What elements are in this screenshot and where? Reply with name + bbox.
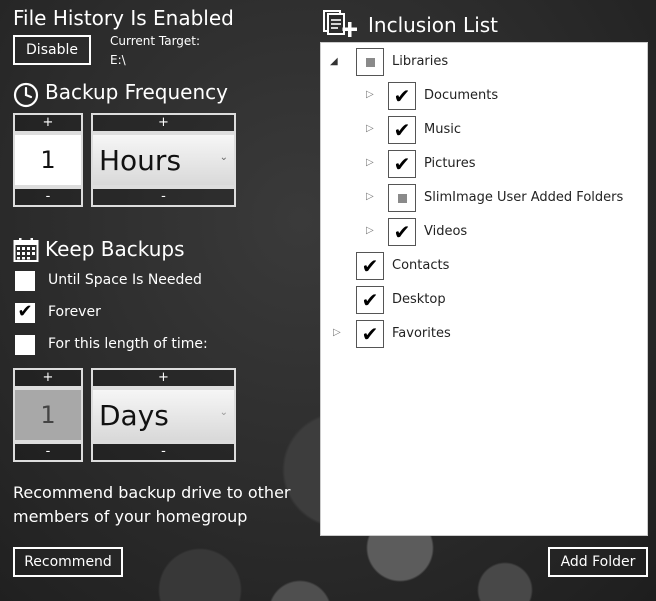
chevron-down-icon: ⌄ [219, 407, 228, 418]
tree-checkbox-desktop[interactable]: ✔ [356, 286, 384, 314]
tree-label-libraries: Libraries [392, 54, 449, 69]
keep-unit-select[interactable]: Days ⌄ [91, 388, 236, 442]
tree-checkbox-favorites[interactable]: ✔ [356, 320, 384, 348]
until-space-needed-checkbox[interactable] [15, 271, 35, 291]
collapsed-arrow-icon[interactable]: ▷ [366, 124, 376, 134]
chevron-down-icon: ⌄ [219, 152, 228, 163]
status-title: File History Is Enabled [13, 6, 234, 30]
keep-unit-increment[interactable]: + [91, 368, 236, 388]
keep-unit-value: Days [99, 399, 169, 432]
calendar-icon [13, 238, 39, 262]
tree-checkbox-contacts[interactable]: ✔ [356, 252, 384, 280]
frequency-unit-decrement[interactable]: - [91, 187, 236, 207]
tree-label-contacts: Contacts [392, 258, 450, 273]
tree-label-desktop: Desktop [392, 292, 446, 307]
keep-number-value[interactable]: 1 [13, 388, 83, 442]
tree-item-pictures[interactable]: ▷ ✔ Pictures [321, 149, 647, 179]
tree-checkbox-videos[interactable]: ✔ [388, 218, 416, 246]
length-of-time-checkbox[interactable] [15, 335, 35, 355]
add-document-icon [322, 9, 360, 39]
tree-checkbox-user-added-folders[interactable] [388, 184, 416, 212]
tree-label-favorites: Favorites [392, 326, 451, 341]
tree-item-desktop[interactable]: ✔ Desktop [321, 285, 647, 315]
frequency-unit-select[interactable]: Hours ⌄ [91, 133, 236, 187]
collapsed-arrow-icon[interactable]: ▷ [366, 192, 376, 202]
tree-label-user-added-folders: SlimImage User Added Folders [424, 190, 624, 205]
disable-button[interactable]: Disable [13, 35, 91, 65]
tree-item-libraries[interactable]: ◢ Libraries [321, 47, 647, 77]
tree-item-contacts[interactable]: ✔ Contacts [321, 251, 647, 281]
tree-item-user-added-folders[interactable]: ▷ SlimImage User Added Folders [321, 183, 647, 213]
collapsed-arrow-icon[interactable]: ▷ [333, 328, 343, 338]
frequency-unit-increment[interactable]: + [91, 113, 236, 133]
tree-label-pictures: Pictures [424, 156, 476, 171]
tree-checkbox-libraries[interactable] [356, 48, 384, 76]
tree-item-music[interactable]: ▷ ✔ Music [321, 115, 647, 145]
recommend-button[interactable]: Recommend [13, 547, 123, 577]
frequency-number-decrement[interactable]: - [13, 187, 83, 207]
tree-checkbox-pictures[interactable]: ✔ [388, 150, 416, 178]
tree-checkbox-documents[interactable]: ✔ [388, 82, 416, 110]
current-target-value: E:\ [110, 53, 126, 67]
tree-item-favorites[interactable]: ▷ ✔ Favorites [321, 319, 647, 349]
inclusion-list-title: Inclusion List [368, 13, 499, 37]
forever-checkbox[interactable]: ✔ [15, 303, 35, 323]
current-target-label: Current Target: [110, 34, 201, 48]
recommend-text-line2: members of your homegroup [13, 507, 248, 526]
expanded-arrow-icon[interactable]: ◢ [330, 57, 340, 67]
frequency-number-value[interactable]: 1 [13, 133, 83, 187]
tree-item-documents[interactable]: ▷ ✔ Documents [321, 81, 647, 111]
collapsed-arrow-icon[interactable]: ▷ [366, 158, 376, 168]
collapsed-arrow-icon[interactable]: ▷ [366, 226, 376, 236]
length-of-time-label: For this length of time: [48, 336, 208, 352]
keep-number-increment[interactable]: + [13, 368, 83, 388]
tree-checkbox-music[interactable]: ✔ [388, 116, 416, 144]
recommend-text-line1: Recommend backup drive to other [13, 483, 291, 502]
backup-frequency-title: Backup Frequency [45, 80, 228, 104]
add-folder-button[interactable]: Add Folder [548, 547, 648, 577]
checkmark-icon: ✔ [17, 301, 33, 322]
keep-number-decrement[interactable]: - [13, 442, 83, 462]
keep-backups-title: Keep Backups [45, 237, 185, 261]
inclusion-tree[interactable]: ◢ Libraries ▷ ✔ Documents ▷ ✔ Music ▷ ✔ … [320, 42, 648, 536]
frequency-number-increment[interactable]: + [13, 113, 83, 133]
frequency-unit-value: Hours [99, 144, 182, 177]
tree-label-documents: Documents [424, 88, 499, 103]
collapsed-arrow-icon[interactable]: ▷ [366, 90, 376, 100]
keep-unit-decrement[interactable]: - [91, 442, 236, 462]
clock-icon [13, 82, 39, 108]
tree-item-videos[interactable]: ▷ ✔ Videos [321, 217, 647, 247]
until-space-needed-label: Until Space Is Needed [48, 272, 202, 288]
tree-label-music: Music [424, 122, 461, 137]
tree-label-videos: Videos [424, 224, 468, 239]
forever-label: Forever [48, 304, 101, 320]
